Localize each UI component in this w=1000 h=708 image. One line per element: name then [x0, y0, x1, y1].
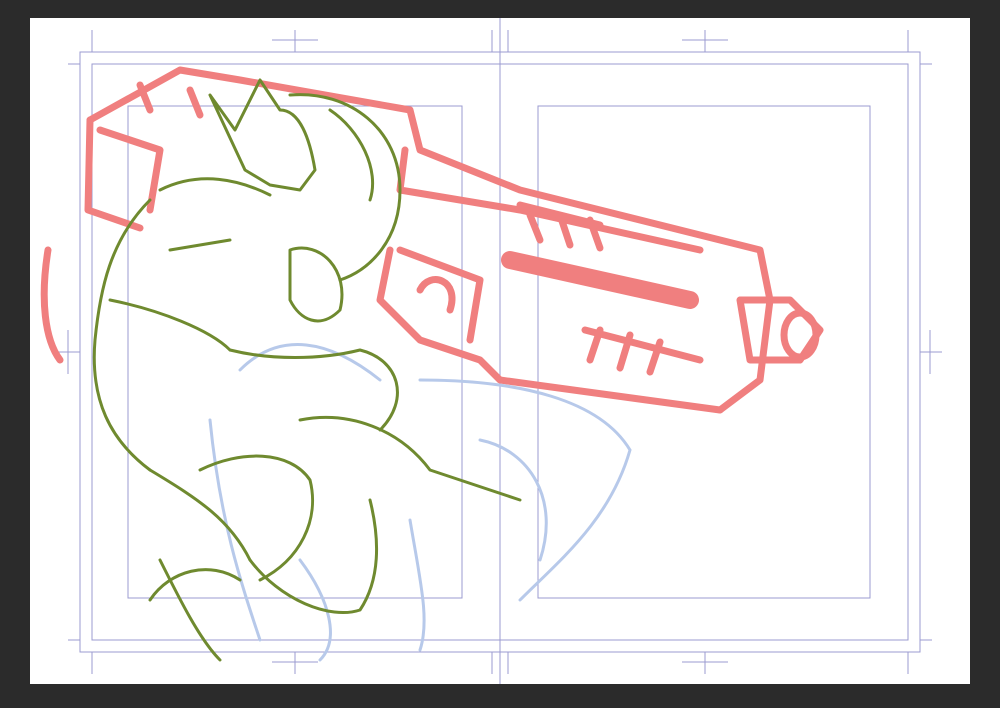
canvas-area[interactable]	[0, 0, 1000, 708]
register-mark-left	[58, 330, 80, 374]
sketch-overlay	[40, 18, 942, 684]
register-mark-top-right	[682, 30, 728, 52]
right-page-inner-frame	[537, 105, 871, 599]
register-mark-bottom-right	[682, 652, 728, 674]
gun-sketch-layer	[40, 66, 824, 414]
register-mark-top-left	[272, 30, 318, 52]
register-mark-right	[920, 330, 942, 374]
register-mark-bottom-left	[272, 652, 318, 674]
